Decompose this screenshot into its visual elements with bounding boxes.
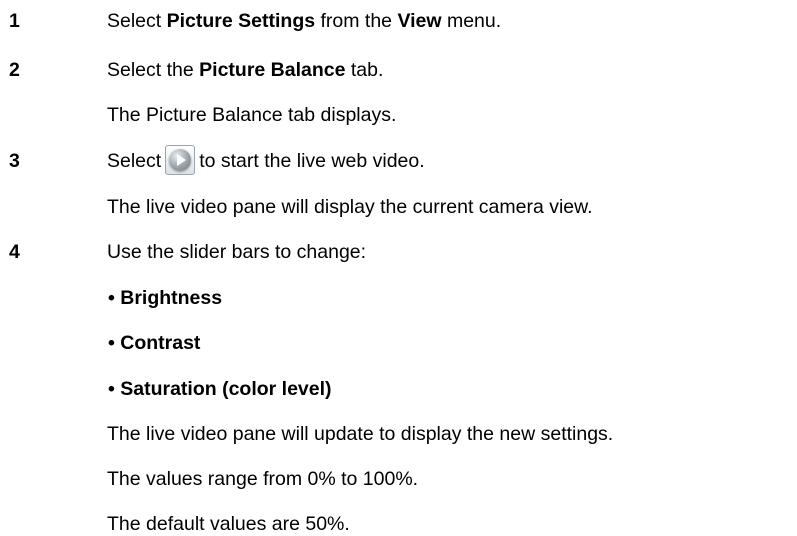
bullet-text: • Saturation (color level) xyxy=(108,378,332,400)
note-text: The live video pane will update to displ… xyxy=(107,423,614,445)
text: from the xyxy=(315,10,398,32)
step-number: 2 xyxy=(9,59,20,81)
play-icon xyxy=(165,145,196,175)
tab-picture-balance: Picture Balance xyxy=(199,59,346,81)
step-instruction: Select the Picture Balance tab. xyxy=(107,58,383,82)
note-text: The default values are 50%. xyxy=(107,513,350,535)
text: Select xyxy=(107,10,167,32)
step-number: 3 xyxy=(9,150,20,172)
note-text: The values range from 0% to 100%. xyxy=(107,468,419,490)
text: to start the live web video. xyxy=(199,150,425,173)
step-instruction: Use the slider bars to change: xyxy=(107,241,367,263)
step-instruction: Select Picture Settings from the View me… xyxy=(107,9,501,33)
bullet-text: • Brightness xyxy=(108,287,223,309)
step-number: 4 xyxy=(9,241,20,263)
menu-view: View xyxy=(397,10,442,32)
text: Select xyxy=(107,150,162,173)
menu-item-picture-settings: Picture Settings xyxy=(166,10,316,32)
text: Select the xyxy=(107,59,200,81)
step-instruction: Select to start the live web video. xyxy=(107,145,425,175)
text: tab. xyxy=(345,59,384,81)
result-text: The live video pane will display the cur… xyxy=(107,196,593,218)
step-number: 1 xyxy=(9,10,20,32)
text: menu. xyxy=(441,10,502,32)
bullet-text: • Contrast xyxy=(108,332,201,354)
result-text: The Picture Balance tab displays. xyxy=(107,104,397,126)
play-icon-triangle xyxy=(177,154,187,166)
